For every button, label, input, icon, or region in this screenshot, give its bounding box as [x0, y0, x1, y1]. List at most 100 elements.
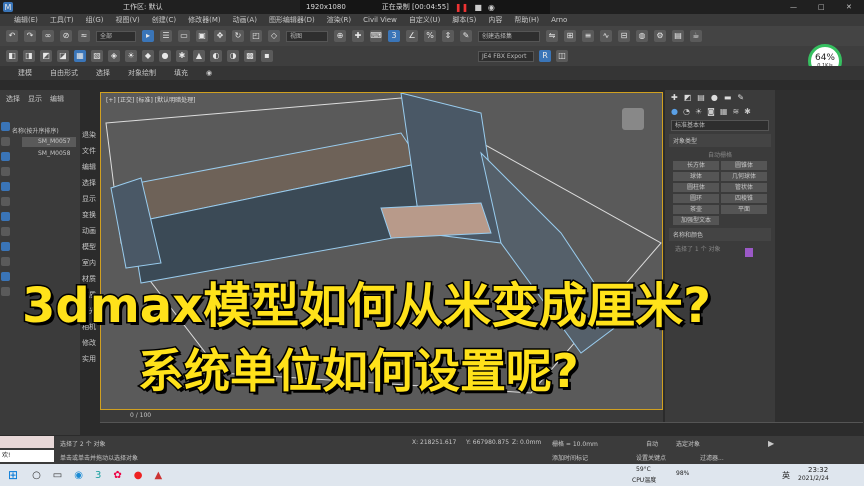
windows-start-icon[interactable]: ⊞: [8, 468, 18, 482]
name-color-rollout[interactable]: 名称和颜色: [669, 228, 771, 241]
menu-scripting[interactable]: 脚本(S): [452, 15, 476, 25]
ribbon-tab-selection[interactable]: 选择: [96, 68, 110, 78]
clock-time[interactable]: 23:32: [808, 466, 828, 474]
pause-icon[interactable]: ❚❚: [455, 3, 468, 12]
play-icon[interactable]: ▶: [768, 439, 774, 448]
tool-9-icon[interactable]: ●: [159, 50, 171, 62]
menu-group[interactable]: 组(G): [86, 15, 104, 25]
manipulate-icon[interactable]: ✚: [352, 30, 364, 42]
selection-filter-dropdown[interactable]: 全部: [96, 30, 136, 42]
tube-button[interactable]: 管状体: [721, 183, 767, 192]
setkey-button[interactable]: 设置关键点: [636, 453, 666, 462]
light-icon[interactable]: ☀: [125, 50, 137, 62]
time-slider[interactable]: 0 / 100: [100, 410, 663, 422]
filter-helper-icon[interactable]: [1, 182, 10, 191]
track-bar[interactable]: [100, 422, 863, 436]
unlink-icon[interactable]: ⊘: [60, 30, 72, 42]
ribbon-toggle-icon[interactable]: ◉: [206, 69, 212, 77]
menu-tools[interactable]: 工具(T): [50, 15, 74, 25]
command-item[interactable]: 退染: [82, 130, 102, 140]
ribbon-tab-modeling[interactable]: 建模: [18, 68, 32, 78]
filter-light-icon[interactable]: [1, 152, 10, 161]
tool-17-icon[interactable]: ◫: [556, 50, 568, 62]
ribbon-tab-object-paint[interactable]: 对象绘制: [128, 68, 156, 78]
layer-icon[interactable]: ≡: [582, 30, 594, 42]
command-item[interactable]: 变换: [82, 210, 102, 220]
close-button[interactable]: ✕: [846, 3, 852, 11]
tool-14-icon[interactable]: ▩: [244, 50, 256, 62]
named-selection-dropdown[interactable]: 创建选择集: [478, 30, 540, 42]
cameras-icon[interactable]: ◙: [707, 107, 715, 116]
rect-select-icon[interactable]: ▭: [178, 30, 190, 42]
key-filters-button[interactable]: 过滤器...: [700, 453, 724, 462]
search-icon[interactable]: ○: [32, 470, 41, 481]
menu-animation[interactable]: 动画(A): [233, 15, 257, 25]
scene-tab-select[interactable]: 选择: [6, 94, 20, 104]
scene-tab-edit[interactable]: 编辑: [50, 94, 64, 104]
move-icon[interactable]: ✥: [214, 30, 226, 42]
ribbon-tab-populate[interactable]: 填充: [174, 68, 188, 78]
menu-modifiers[interactable]: 修改器(M): [188, 15, 221, 25]
align-icon[interactable]: ⊞: [564, 30, 576, 42]
redo-icon[interactable]: ↷: [24, 30, 36, 42]
menu-rendering[interactable]: 渲染(R): [327, 15, 351, 25]
select-icon[interactable]: ▸: [142, 30, 154, 42]
cylinder-button[interactable]: 圆柱体: [673, 183, 719, 192]
geometry-icon[interactable]: ●: [671, 107, 678, 116]
menu-arno[interactable]: Arno: [551, 16, 567, 24]
pivot-icon[interactable]: ⊕: [334, 30, 346, 42]
undo-icon[interactable]: ↶: [6, 30, 18, 42]
app-icon-3[interactable]: ●: [134, 470, 143, 481]
filter-warp-icon[interactable]: [1, 197, 10, 206]
mirror-icon[interactable]: ⇋: [546, 30, 558, 42]
scene-row[interactable]: SM_M0057: [22, 137, 76, 147]
filter-xref-icon[interactable]: [1, 227, 10, 236]
camera-icon[interactable]: ◉: [488, 3, 495, 12]
tool-16-icon[interactable]: R: [539, 50, 551, 62]
percent-snap-icon[interactable]: %: [424, 30, 436, 42]
command-item[interactable]: 编辑: [82, 162, 102, 172]
clock-date[interactable]: 2021/2/24: [798, 475, 829, 482]
command-item[interactable]: 选择: [82, 178, 102, 188]
maximize-button[interactable]: □: [818, 3, 825, 11]
x-coordinate[interactable]: X: 218251.617: [412, 439, 456, 446]
menu-graph-editors[interactable]: 图形编辑器(D): [269, 15, 315, 25]
tool-10-icon[interactable]: ✱: [176, 50, 188, 62]
lights-icon[interactable]: ☀: [695, 107, 702, 116]
reference-coord-dropdown[interactable]: 视图: [286, 30, 328, 42]
taskview-icon[interactable]: ▭: [53, 470, 62, 481]
bind-icon[interactable]: ≈: [78, 30, 90, 42]
tool-6-icon[interactable]: ▧: [91, 50, 103, 62]
tool-4-icon[interactable]: ◪: [57, 50, 69, 62]
schematic-icon[interactable]: ⊟: [618, 30, 630, 42]
3dsmax-icon[interactable]: 3: [95, 470, 101, 481]
stop-icon[interactable]: ■: [474, 3, 482, 12]
color-swatch[interactable]: [745, 248, 753, 257]
filter-bone-icon[interactable]: [1, 242, 10, 251]
scene-row[interactable]: SM_M0058: [22, 149, 76, 159]
tool-8-icon[interactable]: ◆: [142, 50, 154, 62]
systems-icon[interactable]: ✱: [744, 107, 751, 116]
render-icon[interactable]: ☕: [690, 30, 702, 42]
filter-shape-icon[interactable]: [1, 137, 10, 146]
snap-icon[interactable]: 3: [388, 30, 400, 42]
primitive-type-dropdown[interactable]: 标准基本体: [671, 120, 769, 131]
filter-camera-icon[interactable]: [1, 167, 10, 176]
render-setup-icon[interactable]: ⚙: [654, 30, 666, 42]
filter-frozen-icon[interactable]: [1, 272, 10, 281]
command-item[interactable]: 文件: [82, 146, 102, 156]
minimize-button[interactable]: —: [790, 3, 797, 11]
place-icon[interactable]: ◇: [268, 30, 280, 42]
command-item[interactable]: 显示: [82, 194, 102, 204]
filter-geometry-icon[interactable]: [1, 122, 10, 131]
tool-3-icon[interactable]: ◩: [40, 50, 52, 62]
object-type-rollout[interactable]: 对象类型: [669, 134, 771, 147]
autogrid-checkbox[interactable]: 自动栅格: [665, 150, 775, 159]
menu-edit[interactable]: 编辑(E): [14, 15, 38, 25]
spinner-snap-icon[interactable]: ⇕: [442, 30, 454, 42]
scale-icon[interactable]: ◰: [250, 30, 262, 42]
helpers-icon[interactable]: ▦: [720, 107, 728, 116]
ribbon-tab-freeform[interactable]: 自由形式: [50, 68, 78, 78]
command-item[interactable]: 修改: [82, 338, 102, 348]
menu-create[interactable]: 创建(C): [152, 15, 176, 25]
